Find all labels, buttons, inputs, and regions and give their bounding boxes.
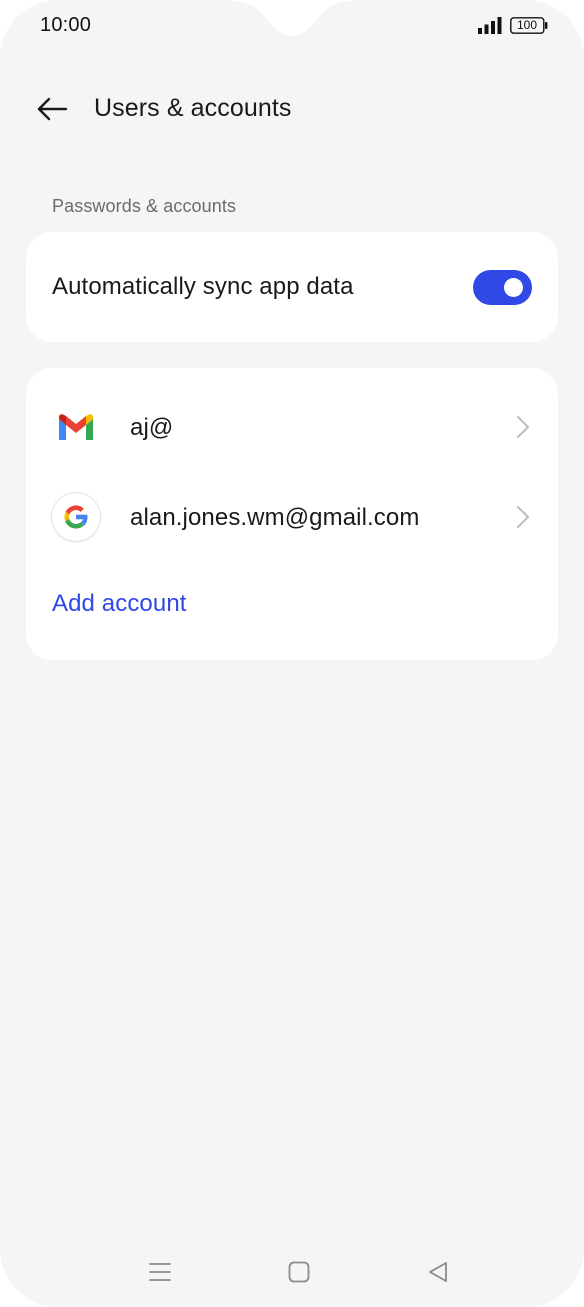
signal-icon <box>478 17 502 34</box>
page-title: Users & accounts <box>94 94 292 122</box>
account-row-gmail[interactable]: aj@ <box>26 382 558 472</box>
google-icon <box>52 493 100 541</box>
account-label: alan.jones.wm@gmail.com <box>130 504 420 531</box>
status-time: 10:00 <box>40 14 92 36</box>
phone-screen: 10:00 100 Users & accounts Passwords & a… <box>0 0 584 1307</box>
sync-label: Automatically sync app data <box>52 273 354 300</box>
section-label: Passwords & accounts <box>52 196 237 216</box>
account-label: aj@ <box>130 414 174 441</box>
nav-back-button[interactable] <box>418 1254 458 1290</box>
camera-notch <box>222 0 362 36</box>
nav-home-button[interactable] <box>279 1254 319 1290</box>
account-row-google[interactable]: alan.jones.wm@gmail.com <box>26 472 558 562</box>
sync-card: Automatically sync app data <box>26 232 558 342</box>
menu-icon <box>149 1263 171 1281</box>
battery-level: 100 <box>516 18 538 32</box>
status-bar: 10:00 100 <box>0 0 584 52</box>
accounts-card: aj@ alan.jones.wm@gmail.com Add account <box>26 368 558 660</box>
sync-row[interactable]: Automatically sync app data <box>26 232 558 342</box>
gmail-icon <box>52 403 100 451</box>
nav-menu-button[interactable] <box>140 1254 180 1290</box>
chevron-right-icon <box>517 416 529 438</box>
back-triangle-icon <box>429 1262 447 1282</box>
toggle-knob <box>504 278 523 297</box>
google-icon-badge <box>52 493 100 541</box>
home-icon <box>288 1261 310 1283</box>
back-button[interactable] <box>28 86 76 132</box>
chevron-right-icon <box>517 506 529 528</box>
arrow-left-icon <box>37 97 68 121</box>
navigation-bar <box>0 1240 584 1304</box>
add-account-button[interactable]: Add account <box>52 590 187 618</box>
sync-toggle[interactable] <box>473 270 532 305</box>
